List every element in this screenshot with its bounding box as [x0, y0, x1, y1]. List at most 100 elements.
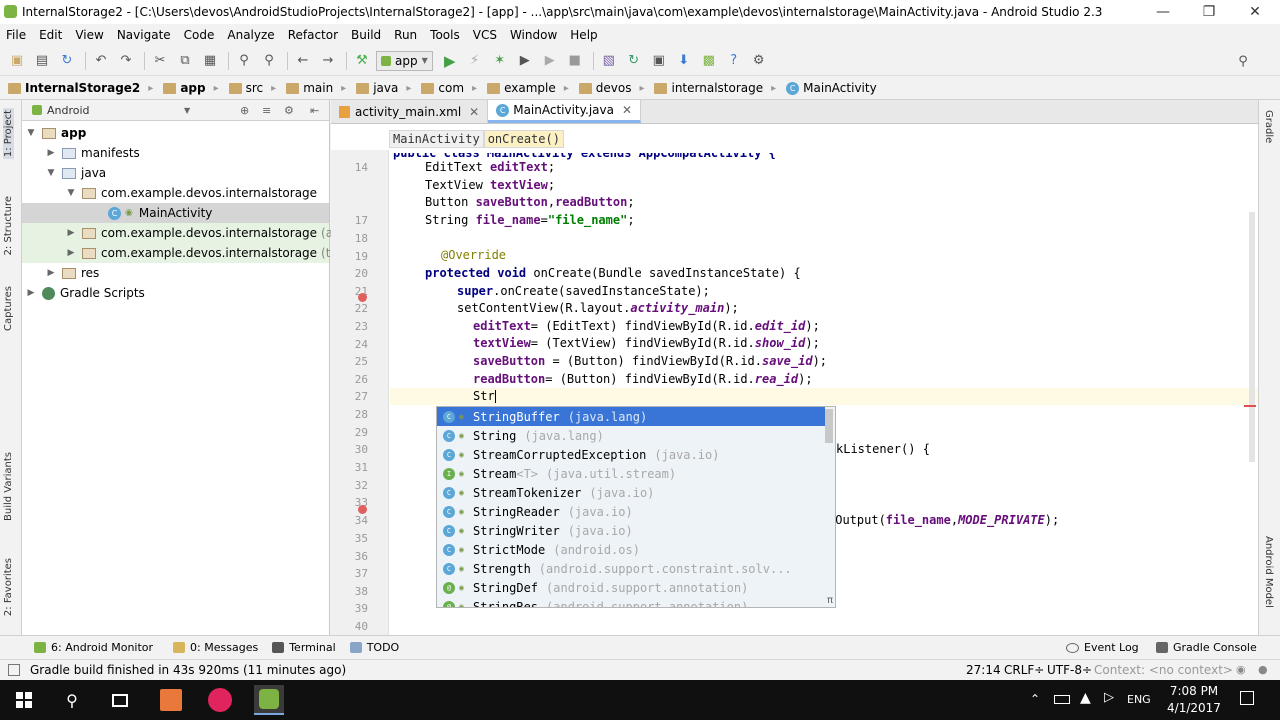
- sync-gradle-icon[interactable]: ↻: [623, 50, 645, 72]
- chevron-down-icon[interactable]: ▼: [66, 188, 76, 198]
- breadcrumb-com[interactable]: com ▸: [421, 81, 477, 95]
- menu-edit[interactable]: Edit: [39, 28, 62, 42]
- tree-item-package-androidtest[interactable]: ▶com.example.devos.internalstorage(andro: [66, 223, 361, 243]
- breadcrumb-example[interactable]: example ▸: [487, 81, 569, 95]
- replace-icon[interactable]: ⚲: [258, 50, 280, 72]
- make-project-icon[interactable]: ⚒: [351, 50, 373, 72]
- wifi-icon[interactable]: ▲: [1080, 690, 1091, 706]
- action-center-icon[interactable]: [1240, 691, 1254, 705]
- chevron-down-icon[interactable]: ▼: [26, 128, 36, 138]
- breadcrumb-project[interactable]: InternalStorage2 ▸: [8, 81, 153, 95]
- project-structure-icon[interactable]: ▣: [648, 50, 670, 72]
- restore-button[interactable]: ❐: [1186, 0, 1232, 24]
- tool-android-model[interactable]: Android Model: [1263, 536, 1274, 608]
- hide-panel-icon[interactable]: ⇤: [310, 104, 319, 117]
- completion-item[interactable]: @ ◉ StringRes (android.support.annotation): [437, 597, 825, 607]
- tree-item-res[interactable]: ▶ res: [46, 263, 100, 283]
- file-encoding[interactable]: UTF-8÷: [1047, 663, 1092, 677]
- completion-item[interactable]: C ◉ StrictMode (android.os): [437, 540, 825, 559]
- sdk-manager-icon[interactable]: ⬇: [673, 50, 695, 72]
- code-breadcrumb-method[interactable]: onCreate(): [483, 130, 564, 148]
- completion-scrollbar[interactable]: [825, 409, 833, 443]
- menu-window[interactable]: Window: [510, 28, 557, 42]
- tool-structure[interactable]: 2: Structure: [3, 196, 14, 255]
- chevron-right-icon[interactable]: ▶: [66, 228, 76, 238]
- completion-item[interactable]: C ◉ String (java.lang): [437, 426, 825, 445]
- menu-help[interactable]: Help: [570, 28, 597, 42]
- tree-item-app[interactable]: ▼ app: [26, 123, 87, 143]
- copy-icon[interactable]: ⧉: [174, 50, 196, 72]
- lock-icon[interactable]: ◉: [1236, 663, 1246, 676]
- tool-gradle-console[interactable]: Gradle Console: [1156, 641, 1257, 654]
- breadcrumb-src[interactable]: src ▸: [228, 81, 276, 95]
- input-language[interactable]: ENG: [1127, 693, 1151, 706]
- tool-project[interactable]: 1: Project: [3, 108, 14, 160]
- open-folder-icon[interactable]: ▣: [6, 50, 28, 72]
- breadcrumb-java[interactable]: java ▸: [356, 81, 411, 95]
- menu-build[interactable]: Build: [351, 28, 381, 42]
- tool-favorites[interactable]: 2: Favorites: [3, 558, 14, 616]
- completion-item[interactable]: @ ◉ StringDef (android.support.annotation): [437, 578, 825, 597]
- windows-start-icon[interactable]: [9, 685, 39, 715]
- menu-code[interactable]: Code: [184, 28, 215, 42]
- tree-item-manifests[interactable]: ▶ manifests: [46, 143, 140, 163]
- project-view-select[interactable]: Android: [47, 104, 90, 117]
- menu-navigate[interactable]: Navigate: [117, 28, 171, 42]
- tool-messages[interactable]: 0: Messages: [173, 641, 258, 654]
- completion-item[interactable]: C ◉ StreamTokenizer (java.io): [437, 483, 825, 502]
- completion-item[interactable]: C ◉ Strength (android.support.constraint.so…: [437, 559, 825, 578]
- menu-vcs[interactable]: VCS: [473, 28, 497, 42]
- chevron-right-icon[interactable]: ▶: [46, 148, 56, 158]
- menu-tools[interactable]: Tools: [430, 28, 460, 42]
- search-everywhere-icon[interactable]: ⚲: [1232, 50, 1254, 72]
- tab-mainactivity-java[interactable]: C MainActivity.java ✕: [488, 100, 642, 123]
- close-button[interactable]: ✕: [1232, 0, 1278, 24]
- completion-item[interactable]: C ◉ StringBuffer (java.lang): [437, 407, 825, 426]
- sync-icon[interactable]: ↻: [56, 50, 78, 72]
- minimize-button[interactable]: —: [1140, 0, 1186, 24]
- breadcrumb-devos[interactable]: devos ▸: [578, 81, 644, 95]
- attach-debugger-icon[interactable]: ▶: [514, 50, 536, 72]
- apply-changes-icon[interactable]: ⚡: [464, 50, 486, 72]
- volume-icon[interactable]: ▷: [1104, 690, 1114, 705]
- override-marker-icon[interactable]: [358, 505, 367, 514]
- back-icon[interactable]: ←: [292, 50, 314, 72]
- search-icon[interactable]: ⚲: [57, 685, 87, 715]
- breadcrumb-internalstorage[interactable]: internalstorage ▸: [654, 81, 776, 95]
- tool-build-variants[interactable]: Build Variants: [3, 452, 14, 521]
- tool-captures[interactable]: Captures: [3, 286, 14, 331]
- completion-item[interactable]: C ◉ StreamCorruptedException (java.io): [437, 445, 825, 464]
- error-stripe-marker[interactable]: [1244, 405, 1256, 407]
- settings-icon[interactable]: ⚙: [748, 50, 770, 72]
- code-breadcrumb-class[interactable]: MainActivity: [389, 130, 484, 148]
- run-config-select[interactable]: app ▼: [376, 50, 433, 71]
- breadcrumb-main[interactable]: main ▸: [286, 81, 346, 95]
- tree-item-package-main[interactable]: ▼ com.example.devos.internalstorage: [66, 183, 318, 203]
- breadcrumb-app[interactable]: app ▸: [163, 81, 219, 95]
- breadcrumb-mainactivity[interactable]: C MainActivity: [786, 81, 877, 95]
- task-view-icon[interactable]: [105, 685, 135, 715]
- stop-icon[interactable]: ■: [564, 50, 586, 72]
- tree-item-package-test[interactable]: ▶com.example.devos.internalstorage(test): [66, 243, 354, 263]
- tool-event-log[interactable]: Event Log: [1066, 641, 1139, 654]
- android-device-monitor-icon[interactable]: ▩: [698, 50, 720, 72]
- scroll-from-source-icon[interactable]: ⊕: [240, 104, 249, 117]
- undo-icon[interactable]: ↶: [90, 50, 112, 72]
- status-panel-toggle-icon[interactable]: [8, 664, 20, 676]
- code-completion-popup[interactable]: C ◉ StringBuffer (java.lang) C ◉ String (java.…: [436, 406, 836, 608]
- tree-item-gradle-scripts[interactable]: ▶ Gradle Scripts: [26, 283, 145, 303]
- debug-icon[interactable]: ✶: [489, 50, 511, 72]
- tree-item-java[interactable]: ▼ java: [46, 163, 107, 183]
- taskbar-app-icon[interactable]: [156, 685, 186, 715]
- android-studio-taskbar-icon[interactable]: [254, 685, 284, 715]
- tool-gradle[interactable]: Gradle: [1263, 110, 1274, 143]
- menu-file[interactable]: File: [6, 28, 26, 42]
- tool-terminal[interactable]: Terminal: [272, 641, 336, 654]
- code-line-27[interactable]: Str: [473, 389, 496, 403]
- chevron-right-icon[interactable]: ▶: [46, 268, 56, 278]
- paste-icon[interactable]: ▦: [199, 50, 221, 72]
- tool-todo[interactable]: TODO: [349, 641, 399, 654]
- menu-analyze[interactable]: Analyze: [227, 28, 274, 42]
- gear-icon[interactable]: ⚙: [284, 104, 294, 117]
- cut-icon[interactable]: ✂: [149, 50, 171, 72]
